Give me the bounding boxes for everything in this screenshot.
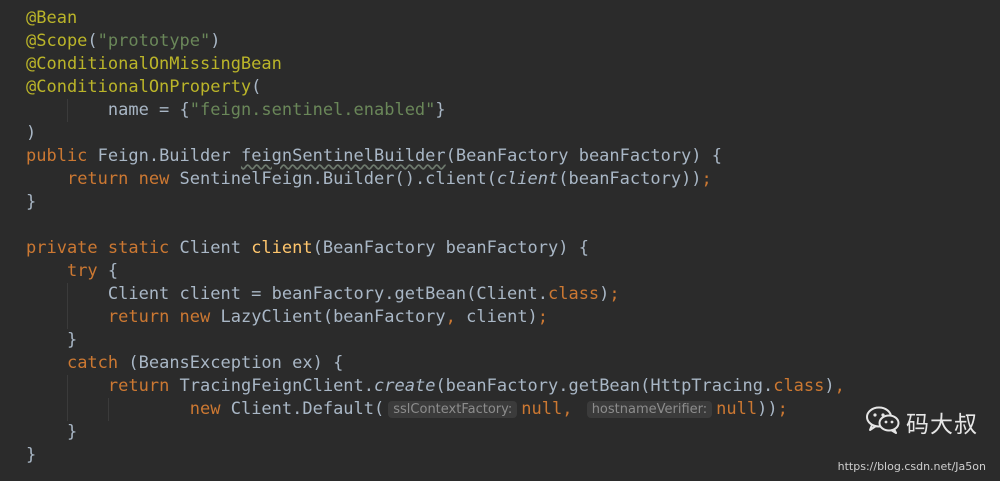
code-token: SentinelFeign.Builder().client( [179,169,497,189]
code-line[interactable]: return new SentinelFeign.Builder().clien… [26,168,1000,191]
code-token: (BeanFactory beanFactory) { [312,238,589,258]
code-token: catch [66,353,129,373]
code-token: } [26,330,78,350]
indent-guide [66,283,68,306]
code-line[interactable]: Client client = beanFactory.getBean(Clie… [26,283,1000,306]
parameter-hint: hostnameVerifier: [586,401,713,418]
code-token: (BeanFactory beanFactory) { [445,146,722,166]
code-token: return [107,376,180,396]
code-token: public [26,146,98,166]
code-token: Feign.Builder [97,146,241,166]
watermark: 码大叔 https://blog.csdn.net/Ja5on [826,405,986,473]
code-token: @Bean [26,8,78,28]
code-token: feignSentinelBuilder [240,146,446,166]
code-token: } [26,422,78,442]
code-token: (beanFactory)) [558,169,702,189]
code-token: client [496,169,559,189]
code-line[interactable]: ) [26,122,1000,145]
code-token: "feign.sentinel.enabled" [189,100,436,120]
code-token: client [251,238,313,258]
code-token: @Scope [26,31,88,51]
code-token: null [716,399,758,419]
code-token: class [773,376,825,396]
code-token: } [26,192,37,212]
code-token: class [547,284,600,304]
code-line[interactable]: return new LazyClient(beanFactory, clien… [26,306,1000,329]
code-line[interactable]: private static Client client(BeanFactory… [26,237,1000,260]
code-token: return new [66,169,180,189]
watermark-brand: 码大叔 [866,405,978,439]
code-token: Client [179,238,252,258]
code-line[interactable]: } [26,191,1000,214]
code-token: ) [26,123,37,143]
code-token: Client.Default( [230,399,385,419]
watermark-name: 码大叔 [906,412,978,438]
indent-guide [66,375,68,398]
code-token: create [374,376,436,396]
code-token: try [66,261,108,281]
code-token: LazyClient(beanFactory [220,307,446,327]
code-token: (BeansException ex) { [128,353,344,373]
code-token: TracingFeignClient. [179,376,375,396]
code-line[interactable]: name = {"feign.sentinel.enabled"} [26,99,1000,122]
code-token: ; [609,284,620,304]
code-line[interactable]: @ConditionalOnProperty( [26,76,1000,99]
code-token: name = { [26,100,190,120]
code-line[interactable]: public Feign.Builder feignSentinelBuilde… [26,145,1000,168]
code-line[interactable] [26,214,1000,237]
code-token: } [435,100,446,120]
code-token: @ConditionalOnMissingBean [26,54,282,74]
parameter-hint: sslContextFactory: [388,401,518,418]
code-line[interactable]: @ConditionalOnMissingBean [26,53,1000,76]
code-token: null, [521,399,583,419]
code-token: @ConditionalOnProperty [26,77,252,97]
code-token: ; [537,307,549,327]
code-token: ; [777,399,788,419]
code-token: , [834,376,845,396]
wechat-icon [866,406,900,439]
indent-guide [107,398,109,421]
indent-guide [66,306,68,329]
code-token: return new [107,307,221,327]
code-line[interactable]: try { [26,260,1000,283]
watermark-url: https://blog.csdn.net/Ja5on [837,460,986,473]
code-token: ) [210,31,221,51]
code-token: client) [466,307,538,327]
code-token: } [26,445,37,465]
code-token: "prototype" [97,31,211,51]
code-line[interactable]: catch (BeansException ex) { [26,352,1000,375]
code-editor[interactable]: @Bean @Scope("prototype") @ConditionalOnMi… [0,0,1000,481]
code-token: (beanFactory.getBean(HttpTracing. [435,376,774,396]
code-token: , [445,307,467,327]
code-line[interactable]: return TracingFeignClient.create(beanFac… [26,375,1000,398]
code-area[interactable]: @Bean @Scope("prototype") @ConditionalOnMi… [26,7,1000,467]
code-token: private static [26,238,180,258]
code-token: new [189,399,231,419]
code-token: Client client = beanFactory.getBean(Clie… [26,284,548,304]
code-token: ( [87,31,98,51]
code-line[interactable]: @Scope("prototype") [26,30,1000,53]
indent-guide [66,398,68,421]
code-token: ) [599,284,610,304]
code-token: )) [757,399,778,419]
code-token: ; [701,169,712,189]
code-token: ( [251,77,262,97]
code-line[interactable]: } [26,329,1000,352]
indent-guide [66,99,68,122]
code-line[interactable]: @Bean [26,7,1000,30]
code-token: ) [824,376,835,396]
code-token: { [107,261,119,281]
